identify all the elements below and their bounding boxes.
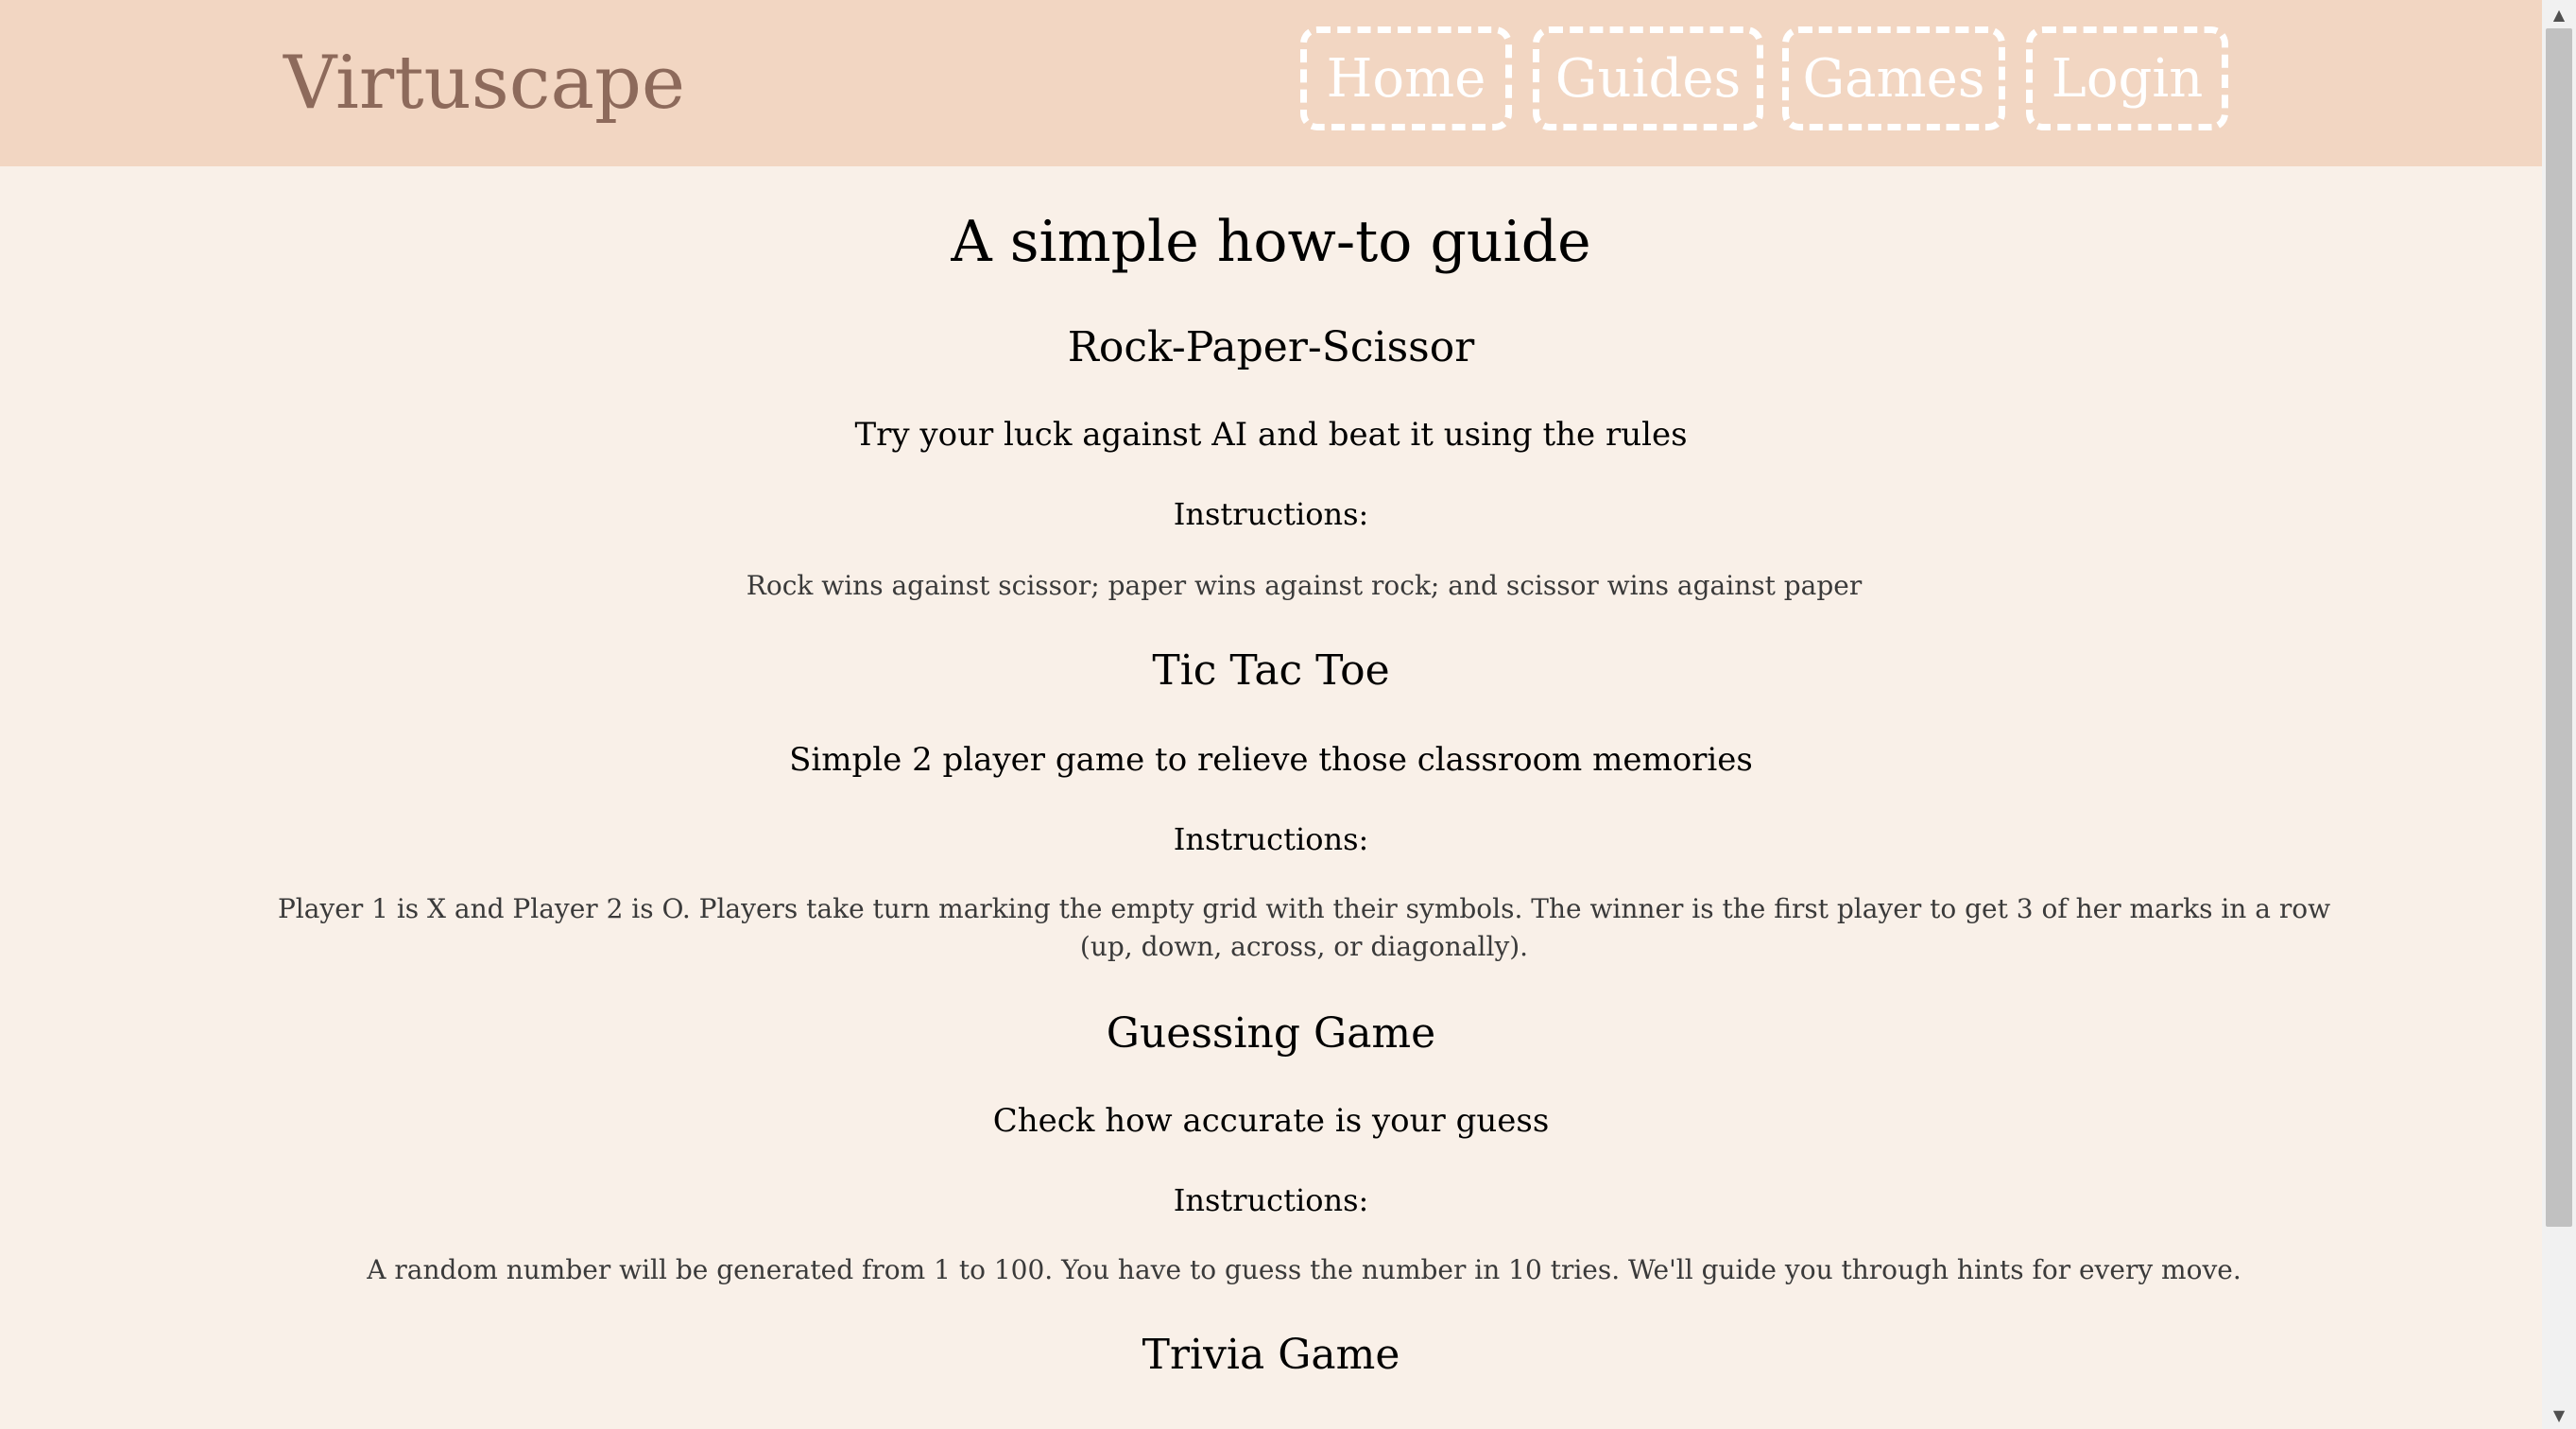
instructions-text-rps: Rock wins against scissor; paper wins ag… [746,570,1863,601]
nav-login-button[interactable]: Login [2026,26,2228,130]
page: Virtuscape Home Guides Games Login A sim… [0,0,2576,1429]
instructions-text-guessing: A random number will be generated from 1… [367,1254,2241,1285]
vertical-scrollbar[interactable]: ▲ ▼ [2542,0,2576,1429]
game-title-tictactoe: Tic Tac Toe [1152,646,1390,695]
instructions-label-guessing: Instructions: [1173,1182,1369,1218]
instructions-label-rps: Instructions: [1173,496,1369,532]
triangle-up-icon[interactable]: ▲ [2542,0,2576,28]
instructions-label-tictactoe: Instructions: [1173,821,1369,857]
navbar: Virtuscape Home Guides Games Login [0,0,2542,166]
instructions-text-tictactoe: Player 1 is X and Player 2 is O. Players… [277,893,2331,962]
nav-games-button[interactable]: Games [1782,26,2005,130]
triangle-down-icon[interactable]: ▼ [2542,1401,2576,1429]
nav-guides-button[interactable]: Guides [1533,26,1763,130]
game-tagline-tictactoe: Simple 2 player game to relieve those cl… [789,741,1753,779]
game-title-rps: Rock-Paper-Scissor [1067,323,1475,371]
scrollbar-thumb[interactable] [2546,28,2572,1227]
game-tagline-rps: Try your luck against AI and beat it usi… [854,416,1688,454]
brand-logo[interactable]: Virtuscape [283,38,685,129]
browser-viewport: Virtuscape Home Guides Games Login A sim… [0,0,2542,1429]
nav-home-button[interactable]: Home [1300,26,1512,130]
game-title-guessing: Guessing Game [1106,1009,1436,1058]
game-title-trivia: Trivia Game [1142,1331,1400,1379]
page-title: A simple how-to guide [951,209,1591,275]
game-tagline-guessing: Check how accurate is your guess [992,1102,1550,1140]
